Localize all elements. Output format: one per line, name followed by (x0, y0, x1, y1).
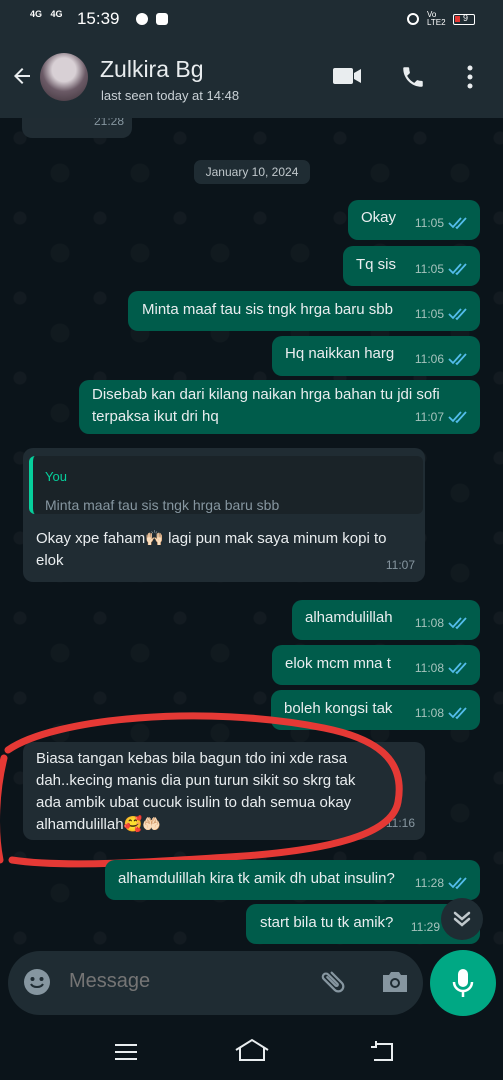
system-nav-bar (0, 1022, 503, 1080)
message-text: Okay xpe faham🙌🏻 lagi pun mak saya minum… (36, 530, 387, 569)
message-time: 11:16 (385, 816, 415, 830)
message-time: 11:07 (414, 410, 444, 424)
status-time: 15:39 (76, 9, 120, 28)
message-text: start bila tu tk amik? (260, 914, 394, 931)
quote-author: You (45, 469, 67, 484)
message-composer (8, 951, 423, 1015)
date-chip: January 10, 2024 (194, 160, 310, 184)
chat-header: Zulkira Bg last seen today at 14:48 (0, 38, 503, 118)
message-time: 11:06 (414, 352, 444, 366)
message-text: elok mcm mna t (285, 655, 391, 672)
message-time: 11:29 (410, 920, 440, 934)
read-receipt-icon (448, 353, 467, 366)
message-text: boleh kongsi tak (284, 700, 393, 717)
message-time: 11:05 (414, 216, 444, 230)
menu-icon[interactable] (114, 1042, 138, 1062)
message-bubble[interactable]: Hq naikkan harg 11:06 (272, 336, 480, 376)
more-options-icon[interactable] (466, 64, 474, 90)
battery-level: 9 (463, 12, 469, 23)
quote-text: Minta maaf tau sis tngk hrga baru sbb (45, 497, 280, 513)
last-seen-status: last seen today at 14:48 (101, 88, 240, 103)
camera-icon[interactable] (380, 969, 410, 995)
signal-1-label: 4G (30, 9, 43, 19)
message-text: Okay (361, 209, 397, 226)
message-bubble[interactable]: alhamdulillah 11:08 (292, 600, 480, 640)
signal-2-label: 4G (50, 9, 63, 19)
status-bar: 4G 4G 15:39 Vo LTE2 9 (0, 0, 503, 38)
message-bubble[interactable]: Disebab kan dari kilang naikan hrga baha… (79, 380, 480, 434)
quoted-message[interactable]: You Minta maaf tau sis tngk hrga baru sb… (29, 456, 423, 514)
message-text: Tq sis (356, 256, 397, 273)
contact-name[interactable]: Zulkira Bg (100, 56, 204, 83)
message-time: 11:08 (414, 616, 444, 630)
mail-icon (156, 13, 169, 25)
message-bubble[interactable]: elok mcm mna t 11:08 (272, 645, 480, 685)
home-icon[interactable] (234, 1038, 270, 1062)
back-nav-icon[interactable] (370, 1040, 396, 1062)
message-time: 11:08 (414, 661, 444, 675)
read-receipt-icon (448, 217, 467, 230)
alarm-icon (407, 13, 419, 25)
message-time: 11:05 (414, 262, 444, 276)
message-time: 11:07 (385, 558, 415, 572)
read-receipt-icon (448, 308, 467, 321)
message-text: Biasa tangan kebas bila bagun tdo ini xd… (36, 750, 356, 833)
network-label: Vo LTE2 (427, 10, 446, 27)
battery-icon: 9 (453, 12, 475, 25)
scroll-to-bottom-button[interactable] (441, 898, 483, 940)
message-bubble-partial[interactable]: 21:28 (22, 118, 132, 138)
message-bubble[interactable]: alhamdulillah kira tk amik dh ubat insul… (105, 860, 480, 900)
message-text: alhamdulillah kira tk amik dh ubat insul… (118, 870, 395, 887)
message-text: Hq naikkan harg (285, 345, 395, 362)
message-bubble[interactable]: Minta maaf tau sis tngk hrga baru sbb 11… (128, 291, 480, 331)
message-bubble[interactable]: Biasa tangan kebas bila bagun tdo ini xd… (23, 742, 425, 840)
read-receipt-icon (448, 617, 467, 630)
avatar[interactable] (40, 53, 88, 101)
message-text: alhamdulillah (305, 609, 393, 626)
message-bubble[interactable]: Tq sis 11:05 (343, 246, 480, 286)
message-bubble-reply[interactable]: You Minta maaf tau sis tngk hrga baru sb… (23, 448, 425, 582)
read-receipt-icon (448, 263, 467, 276)
message-text: Minta maaf tau sis tngk hrga baru sbb (142, 301, 393, 318)
back-arrow-icon[interactable] (10, 64, 34, 88)
voice-record-button[interactable] (430, 950, 496, 1016)
message-text: Disebab kan dari kilang naikan hrga baha… (92, 386, 440, 425)
read-receipt-icon (448, 411, 467, 424)
emoji-icon[interactable] (23, 968, 51, 996)
message-time: 11:28 (414, 876, 444, 890)
video-call-icon[interactable] (332, 64, 362, 88)
message-time: 21:28 (93, 118, 124, 128)
read-receipt-icon (448, 662, 467, 675)
telegram-icon (135, 13, 148, 25)
message-bubble[interactable]: Okay 11:05 (348, 200, 480, 240)
microphone-icon (452, 969, 474, 997)
message-time: 11:05 (414, 307, 444, 321)
attach-icon[interactable] (318, 967, 348, 997)
chat-area[interactable]: 21:28 January 10, 2024 Okay 11:05 Tq sis… (0, 118, 503, 948)
message-input[interactable] (67, 969, 291, 994)
voice-call-icon[interactable] (400, 64, 426, 90)
read-receipt-icon (448, 877, 467, 890)
message-time: 11:08 (414, 706, 444, 720)
message-bubble[interactable]: boleh kongsi tak 11:08 (271, 690, 480, 730)
chevron-double-down-icon (453, 911, 471, 927)
read-receipt-icon (448, 707, 467, 720)
